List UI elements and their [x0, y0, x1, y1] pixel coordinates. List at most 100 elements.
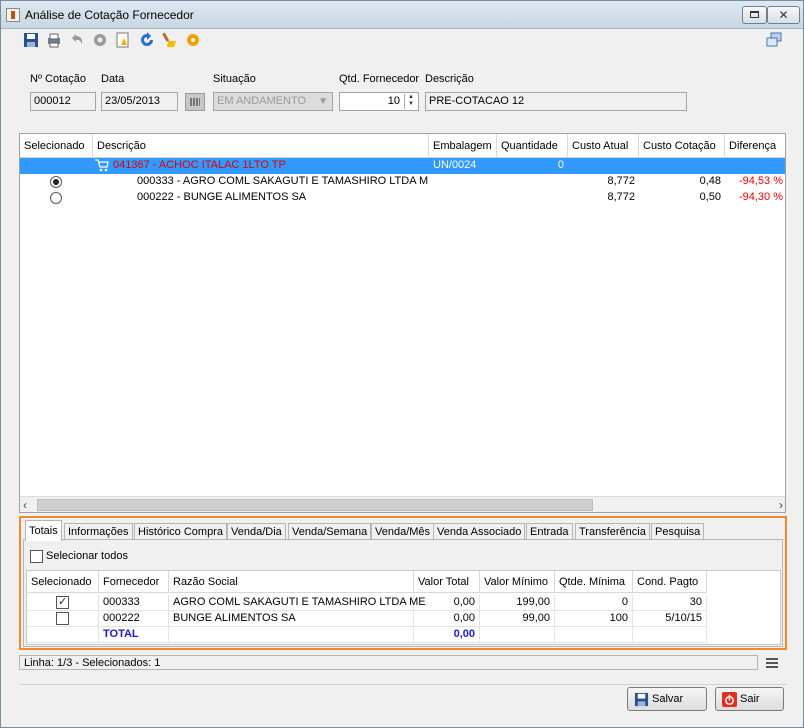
situacao-select[interactable]: EM ANDAMENTO ▼ [213, 92, 333, 111]
save-icon[interactable] [23, 32, 39, 48]
close-icon: ✕ [778, 8, 789, 22]
tab-venda-semana[interactable]: Venda/Semana [288, 523, 372, 540]
situacao-value: EM ANDAMENTO [217, 95, 307, 107]
valor-minimo-cell: 99,00 [480, 611, 555, 627]
col-custo-cotacao[interactable]: Custo Cotação [639, 134, 725, 158]
gear-icon[interactable] [92, 32, 108, 48]
cotacao-grid[interactable]: Selecionado Descrição Embalagem Quantida… [19, 133, 786, 513]
product-embalagem: UN/0024 [433, 159, 477, 171]
total-value: 0,00 [414, 627, 480, 643]
select-all-checkbox[interactable] [30, 550, 43, 563]
cart-icon [95, 159, 109, 172]
tab-venda-mes[interactable]: Venda/Mês [371, 523, 435, 540]
scroll-right-icon[interactable]: › [779, 498, 783, 512]
close-button[interactable]: ✕ [767, 6, 800, 24]
grid-header: Selecionado Descrição Embalagem Quantida… [20, 134, 785, 158]
col-custo-atual[interactable]: Custo Atual [568, 134, 639, 158]
tab-pesquisa[interactable]: Pesquisa [651, 523, 705, 540]
save-button[interactable]: Salvar [627, 687, 707, 711]
refresh-icon[interactable] [139, 32, 155, 48]
supplier-descricao: 000222 - BUNGE ALIMENTOS SA [137, 191, 307, 203]
tab-historico-compra[interactable]: Histórico Compra [134, 523, 227, 540]
spin-down-icon[interactable]: ▼ [405, 101, 417, 108]
row-select-cell [27, 611, 99, 627]
restore-icon [750, 11, 759, 18]
broom-icon[interactable] [162, 32, 178, 48]
supplier-custo-atual: 8,772 [607, 175, 635, 187]
scroll-thumb[interactable] [37, 499, 593, 511]
undo-icon[interactable] [69, 32, 85, 48]
col-quantidade[interactable]: Quantidade [497, 134, 568, 158]
col-descricao[interactable]: Descrição [93, 134, 429, 158]
supplier-diferenca: -94,30 % [738, 191, 783, 203]
tab-bar: Totais Informações Histórico Compra Vend… [23, 520, 783, 541]
supplier-row[interactable]: 000222 - BUNGE ALIMENTOS SA 8,772 0,50 -… [20, 190, 785, 206]
col-fornecedor[interactable]: Fornecedor [99, 571, 169, 593]
supplier-row[interactable]: 000333 - AGRO COML SAKAGUTI E TAMASHIRO … [20, 174, 785, 190]
total-empty-cell [27, 627, 99, 643]
supplier-custo-cotacao: 0,48 [699, 175, 721, 187]
table-row[interactable]: 000333 AGRO COML SAKAGUTI E TAMASHIRO LT… [27, 595, 780, 611]
col-selecionado[interactable]: Selecionado [27, 571, 99, 593]
col-diferenca[interactable]: Diferença [725, 134, 785, 158]
save-icon [634, 692, 649, 707]
report-icon[interactable] [115, 32, 131, 48]
tab-venda-associado[interactable]: Venda Associado [433, 523, 526, 540]
tab-venda-dia[interactable]: Venda/Dia [227, 523, 286, 540]
spinner[interactable]: ▲ ▼ [404, 94, 417, 109]
scroll-left-icon[interactable]: ‹ [23, 498, 27, 512]
data-field[interactable]: 23/05/2013 [101, 92, 178, 111]
main-window: Análise de Cotação Fornecedor ✕ Nº Cotaç… [0, 0, 804, 728]
tab-transferencia[interactable]: Transferência [575, 523, 650, 540]
row-checkbox-1[interactable] [56, 595, 69, 609]
supplier-radio-1[interactable] [50, 176, 62, 188]
num-cotacao-field[interactable]: 000012 [30, 92, 96, 111]
col-razao-social[interactable]: Razão Social [169, 571, 414, 593]
status-bar: Linha: 1/3 - Selecionados: 1 [19, 655, 758, 670]
qtd-fornecedor-label: Qtd. Fornecedor [339, 73, 420, 85]
num-cotacao-label: Nº Cotação [30, 73, 86, 85]
spin-up-icon[interactable]: ▲ [405, 94, 417, 101]
save-label: Salvar [652, 693, 684, 705]
menu-icon[interactable] [766, 658, 778, 668]
total-empty-cell [169, 627, 414, 643]
supplier-radio-2[interactable] [50, 192, 62, 204]
exit-button[interactable]: Sair [715, 687, 784, 711]
qtde-minima-cell: 100 [555, 611, 633, 627]
exit-label: Sair [740, 693, 760, 705]
total-empty-cell [555, 627, 633, 643]
tools-icon[interactable] [185, 32, 201, 48]
tab-informacoes[interactable]: Informações [64, 523, 133, 540]
restore-button[interactable] [742, 6, 767, 24]
col-selecionado[interactable]: Selecionado [20, 134, 93, 158]
print-icon[interactable] [46, 32, 62, 48]
window-copy-icon[interactable] [766, 32, 782, 48]
col-embalagem[interactable]: Embalagem [429, 134, 497, 158]
horizontal-scrollbar[interactable]: ‹ › [20, 496, 785, 512]
table-row[interactable]: 000222 BUNGE ALIMENTOS SA 0,00 99,00 100… [27, 611, 780, 627]
total-row: TOTAL 0,00 [27, 627, 780, 643]
calendar-button[interactable] [185, 93, 205, 111]
supplier-custo-cotacao: 0,50 [699, 191, 721, 203]
total-empty-cell [480, 627, 555, 643]
product-descricao-cell: 041367 - ACHOC ITALAC 1LTO TP [93, 158, 429, 174]
col-cond-pagto[interactable]: Cond. Pagto [633, 571, 707, 593]
details-panel: Totais Informações Histórico Compra Vend… [19, 516, 787, 650]
qtde-minima-cell: 0 [555, 595, 633, 611]
supplier-descricao: 000333 - AGRO COML SAKAGUTI E TAMASHIRO … [137, 175, 429, 187]
descricao-field[interactable]: PRE-COTACAO 12 [425, 92, 687, 111]
product-row[interactable]: 041367 - ACHOC ITALAC 1LTO TP UN/0024 0 [20, 158, 785, 174]
valor-total-cell: 0,00 [414, 611, 480, 627]
valor-minimo-cell: 199,00 [480, 595, 555, 611]
col-valor-minimo[interactable]: Valor Mínimo [480, 571, 555, 593]
totais-grid[interactable]: Selecionado Fornecedor Razão Social Valo… [26, 570, 781, 645]
totais-tab-content: Selecionar todos Selecionado Fornecedor … [23, 539, 783, 647]
tab-entrada[interactable]: Entrada [526, 523, 573, 540]
row-select-cell [27, 595, 99, 611]
row-checkbox-2[interactable] [56, 612, 69, 625]
fornecedor-cell: 000222 [99, 611, 169, 627]
col-valor-total[interactable]: Valor Total [414, 571, 480, 593]
tab-totais[interactable]: Totais [25, 520, 62, 541]
col-qtde-minima[interactable]: Qtde. Mínima [555, 571, 633, 593]
qtd-fornecedor-stepper[interactable]: 10 ▲ ▼ [339, 92, 419, 111]
